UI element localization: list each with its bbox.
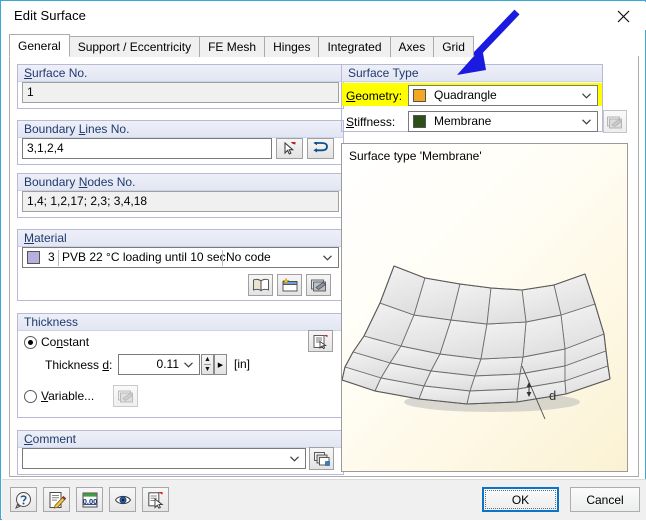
tab-support-eccentricity-label: Support / Eccentricity [77,40,192,54]
material-number: 3 [48,250,55,264]
material-divider-2 [222,250,223,266]
thickness-more-button[interactable]: ▶ [214,354,227,375]
geometry-label: Geometry: [346,89,403,103]
tab-grid-label: Grid [442,40,465,54]
view-eye-icon[interactable] [109,487,136,512]
book-icon[interactable] [248,274,273,296]
numeric-icon[interactable]: 0.00 [76,487,103,512]
thickness-spinner[interactable]: ▲ ▼ [201,354,214,375]
window-title: Edit Surface [14,8,87,23]
select-detail-icon[interactable] [142,487,169,512]
geometry-combo[interactable]: Quadrangle [408,85,598,106]
help-icon[interactable] [10,487,37,512]
edit-surface-dialog: Edit Surface General Support / Eccentric… [0,0,646,520]
surface-type-group-title: Surface Type [348,66,419,80]
geometry-color-swatch [413,89,426,102]
thickness-constant-radio[interactable] [24,336,37,349]
thickness-info-icon[interactable] [308,330,333,352]
chevron-down-icon[interactable] [320,248,334,267]
material-name: PVB 22 °C loading until 10 sec [62,250,226,264]
material-code: No code [226,250,271,264]
dimension-label-d: d [549,388,556,403]
material-group-header [18,230,343,247]
boundary-nodes-input[interactable]: 1,4; 1,2,17; 2,3; 3,4,18 [22,191,339,212]
cancel-button[interactable]: Cancel [570,487,640,512]
tab-integrated-label: Integrated [327,40,382,54]
tab-integrated[interactable]: Integrated [318,36,391,57]
thickness-variable-radio[interactable] [24,390,37,403]
membrane-surface-illustration: d [342,265,611,420]
thickness-d-value: 0.11 [156,357,179,371]
tab-fe-mesh-label: FE Mesh [208,40,257,54]
comment-group-title: Comment [24,432,77,446]
edit-note-icon[interactable] [43,487,70,512]
boundary-nodes-group-title: Boundary Nodes No. [24,175,136,189]
chevron-down-icon[interactable] [579,112,593,131]
close-icon[interactable] [601,2,646,30]
footer-bar: 0.00 OK Cancel [2,479,646,520]
chevron-down-icon[interactable] [287,449,301,468]
tab-axes[interactable]: Axes [389,36,435,57]
comment-list-icon[interactable] [309,447,334,470]
tab-axes-label: Axes [398,40,426,54]
surface-no-input[interactable]: 1 [22,82,339,103]
stiffness-color-swatch [413,115,426,128]
tab-grid[interactable]: Grid [433,36,474,57]
chevron-down-icon[interactable] [181,355,195,374]
tab-hinges-label: Hinges [273,40,311,54]
thickness-d-label: Thickness d: [45,358,113,372]
geometry-value: Quadrangle [434,88,497,102]
stiffness-label: Stiffness: [346,115,396,129]
thickness-group-title: Thickness [24,315,79,329]
ok-button[interactable]: OK [482,487,559,512]
cancel-button-label: Cancel [586,492,624,507]
stiffness-combo[interactable]: Membrane [408,111,598,132]
material-group-title: Material [24,231,67,245]
tab-general-label: General [18,39,61,53]
thickness-constant-label: Constant [41,335,90,349]
stiffness-value: Membrane [434,114,492,128]
thickness-unit-label: [in] [234,357,251,371]
material-combo[interactable]: 3 PVB 22 °C loading until 10 sec No code [22,247,339,268]
tab-support-eccentricity[interactable]: Support / Eccentricity [68,36,201,57]
edit-material-icon[interactable] [306,274,331,296]
material-color-swatch [27,251,40,264]
material-divider-1 [58,250,59,266]
tab-hinges[interactable]: Hinges [264,36,320,57]
title-bar: Edit Surface [2,2,646,30]
stiffness-edit-icon [603,110,627,133]
pick-cursor-icon[interactable] [276,138,303,159]
tab-general[interactable]: General [9,34,70,57]
chevron-right-icon: ▶ [217,361,224,369]
variable-edit-icon [113,385,138,407]
thickness-d-combo[interactable]: 0.11 [118,354,200,375]
tab-fe-mesh[interactable]: FE Mesh [199,36,266,57]
thickness-variable-label: Variable... [41,389,95,403]
tab-strip: General Support / Eccentricity FE Mesh H… [9,34,639,57]
spinner-down-icon[interactable]: ▼ [202,365,213,375]
surface-type-preview: Surface type 'Membrane' d [341,143,628,472]
boundary-lines-group-title: Boundary Lines No. [24,122,130,136]
comment-combo[interactable] [22,448,306,469]
boundary-lines-input[interactable]: 3,1,2,4 [22,138,272,159]
surface-no-group-title: Surface No. [24,66,88,80]
ok-button-label: OK [511,492,530,507]
chevron-down-icon[interactable] [579,86,593,105]
reverse-arrow-icon[interactable] [307,138,334,159]
tab-list: General Support / Eccentricity FE Mesh H… [9,34,474,57]
new-material-icon[interactable] [277,274,302,296]
